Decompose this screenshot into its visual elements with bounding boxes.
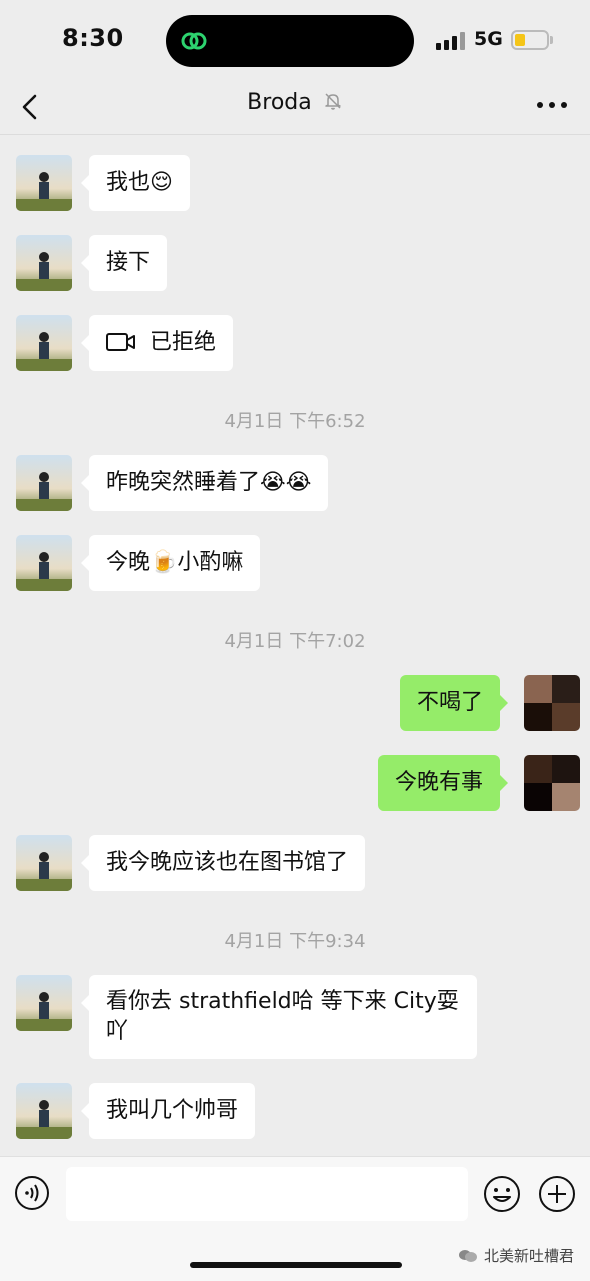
- message-bubble[interactable]: 昨晚突然睡着了😭😭: [80, 455, 329, 511]
- message-bubble[interactable]: 接下: [80, 235, 168, 291]
- chat-title-wrap: Broda: [0, 90, 590, 115]
- contact-avatar[interactable]: [16, 1083, 72, 1139]
- home-indicator: [190, 1262, 402, 1268]
- message-bubble[interactable]: 我也😌: [81, 155, 190, 211]
- link-activity-icon: [181, 32, 207, 50]
- message-list[interactable]: 我也😌 接下 已拒绝 4月1日 下午6:52 昨晚突然睡着了😭😭 今晚🍺小酌嘛 …: [0, 135, 590, 1155]
- watermark: 北美新吐槽君: [458, 1245, 574, 1266]
- message-bubble[interactable]: 看你去 strathfield哈 等下来 City耍吖: [81, 975, 477, 1059]
- video-call-bubble[interactable]: 已拒绝: [80, 315, 234, 371]
- self-avatar[interactable]: [524, 675, 580, 731]
- more-options-icon[interactable]: [536, 100, 568, 110]
- add-attachment-icon[interactable]: [538, 1175, 576, 1213]
- contact-avatar[interactable]: [16, 155, 72, 211]
- emoji-icon[interactable]: [483, 1175, 521, 1213]
- watermark-text: 北美新吐槽君: [484, 1247, 575, 1265]
- self-avatar[interactable]: [524, 755, 580, 811]
- battery-tip: [550, 36, 553, 44]
- message-bubble[interactable]: 不喝了: [399, 675, 509, 731]
- message-bubble[interactable]: 今晚有事: [377, 755, 509, 811]
- contact-avatar[interactable]: [16, 835, 72, 891]
- status-bar: 8:30 5G: [0, 0, 590, 80]
- mute-bell-icon: [325, 93, 341, 110]
- timestamp: 4月1日 下午7:02: [224, 631, 366, 652]
- timestamp: 4月1日 下午9:34: [224, 931, 366, 952]
- contact-avatar[interactable]: [16, 235, 72, 291]
- chat-title: Broda: [247, 90, 312, 115]
- battery-icon: [511, 30, 549, 50]
- message-bubble[interactable]: 我叫几个帅哥: [80, 1083, 256, 1139]
- contact-avatar[interactable]: [16, 975, 72, 1031]
- message-bubble[interactable]: 今晚🍺小酌嘛: [80, 535, 261, 591]
- video-call-status: 已拒绝: [150, 330, 217, 355]
- status-time: 8:30: [62, 24, 124, 52]
- dynamic-island: [166, 15, 414, 67]
- contact-avatar[interactable]: [16, 455, 72, 511]
- voice-input-icon[interactable]: [14, 1175, 50, 1211]
- message-bubble[interactable]: 我今晚应该也在图书馆了: [80, 835, 366, 891]
- chat-header: Broda: [0, 80, 590, 135]
- cellular-signal-icon: [436, 32, 466, 50]
- timestamp: 4月1日 下午6:52: [224, 411, 366, 432]
- network-type: 5G: [474, 28, 503, 50]
- contact-avatar[interactable]: [16, 535, 72, 591]
- wechat-logo-icon: [459, 1250, 477, 1262]
- message-input[interactable]: [66, 1167, 468, 1221]
- contact-avatar[interactable]: [16, 315, 72, 371]
- video-call-icon: [106, 333, 135, 351]
